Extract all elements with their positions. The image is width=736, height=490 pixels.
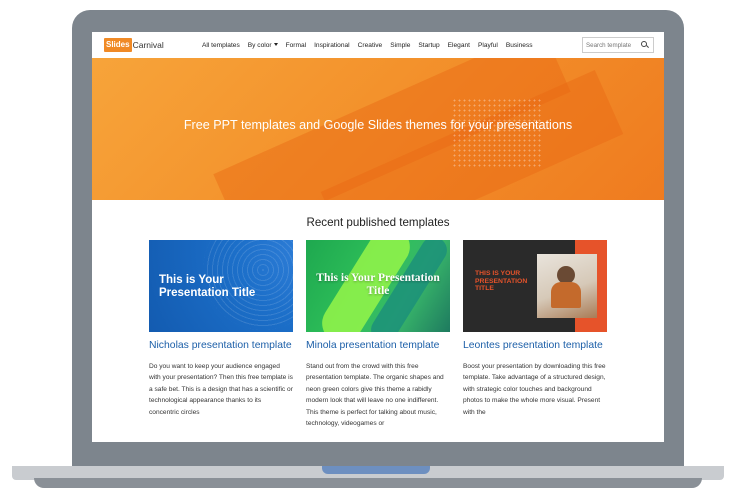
template-title-link[interactable]: Minola presentation template <box>306 340 450 353</box>
person-body-decor <box>551 282 581 308</box>
template-title-link[interactable]: Nicholas presentation template <box>149 340 293 353</box>
nav-all-templates[interactable]: All templates <box>202 42 240 49</box>
template-card: This is Your Presentation Title Minola p… <box>306 240 450 430</box>
nav-playful[interactable]: Playful <box>478 42 498 49</box>
template-card: This is Your Presentation Title Nicholas… <box>149 240 293 418</box>
laptop-screen: Slides Carnival All templates By color F… <box>92 32 664 442</box>
nav-formal[interactable]: Formal <box>286 42 307 49</box>
site-header: Slides Carnival All templates By color F… <box>92 32 664 58</box>
thumbnail-title: THIS IS YOUR PRESENTATION TITLE <box>475 270 528 293</box>
template-description: Stand out from the crowd with this free … <box>306 362 444 428</box>
laptop-hinge <box>322 466 430 474</box>
template-thumbnail[interactable]: This is Your Presentation Title <box>306 240 450 332</box>
template-card: THIS IS YOUR PRESENTATION TITLE Leontes … <box>463 240 607 418</box>
site-logo[interactable]: Slides Carnival <box>104 38 164 52</box>
nav-simple[interactable]: Simple <box>390 42 410 49</box>
thumbnail-title: This is Your Presentation Title <box>159 274 256 299</box>
search-box <box>582 37 654 53</box>
nav-elegant[interactable]: Elegant <box>448 42 470 49</box>
nav-creative[interactable]: Creative <box>358 42 383 49</box>
hero-decor-dots <box>452 98 542 168</box>
template-description: Do you want to keep your audience engage… <box>149 362 293 416</box>
template-title-link[interactable]: Leontes presentation template <box>463 340 607 353</box>
nav-inspirational[interactable]: Inspirational <box>314 42 350 49</box>
thumbnail-title: This is Your Presentation Title <box>316 272 440 297</box>
template-thumbnail[interactable]: THIS IS YOUR PRESENTATION TITLE <box>463 240 607 332</box>
template-description: Boost your presentation by downloading t… <box>463 362 606 416</box>
search-input[interactable] <box>586 41 640 49</box>
logo-box: Slides <box>104 38 132 52</box>
laptop-base-bottom <box>34 478 702 488</box>
nav-by-color[interactable]: By color <box>248 42 278 49</box>
nav-startup[interactable]: Startup <box>418 42 439 49</box>
chevron-down-icon <box>273 43 278 47</box>
main-nav: All templates By color Formal Inspiratio… <box>202 32 541 58</box>
template-thumbnail[interactable]: This is Your Presentation Title <box>149 240 293 332</box>
hero-title: Free PPT templates and Google Slides the… <box>183 118 573 132</box>
section-title: Recent published templates <box>306 216 450 229</box>
logo-text: Carnival <box>132 40 164 50</box>
search-icon[interactable] <box>640 40 650 50</box>
nav-business[interactable]: Business <box>506 42 533 49</box>
hero-banner: Free PPT templates and Google Slides the… <box>92 58 664 200</box>
nav-by-color-label: By color <box>247 41 272 49</box>
